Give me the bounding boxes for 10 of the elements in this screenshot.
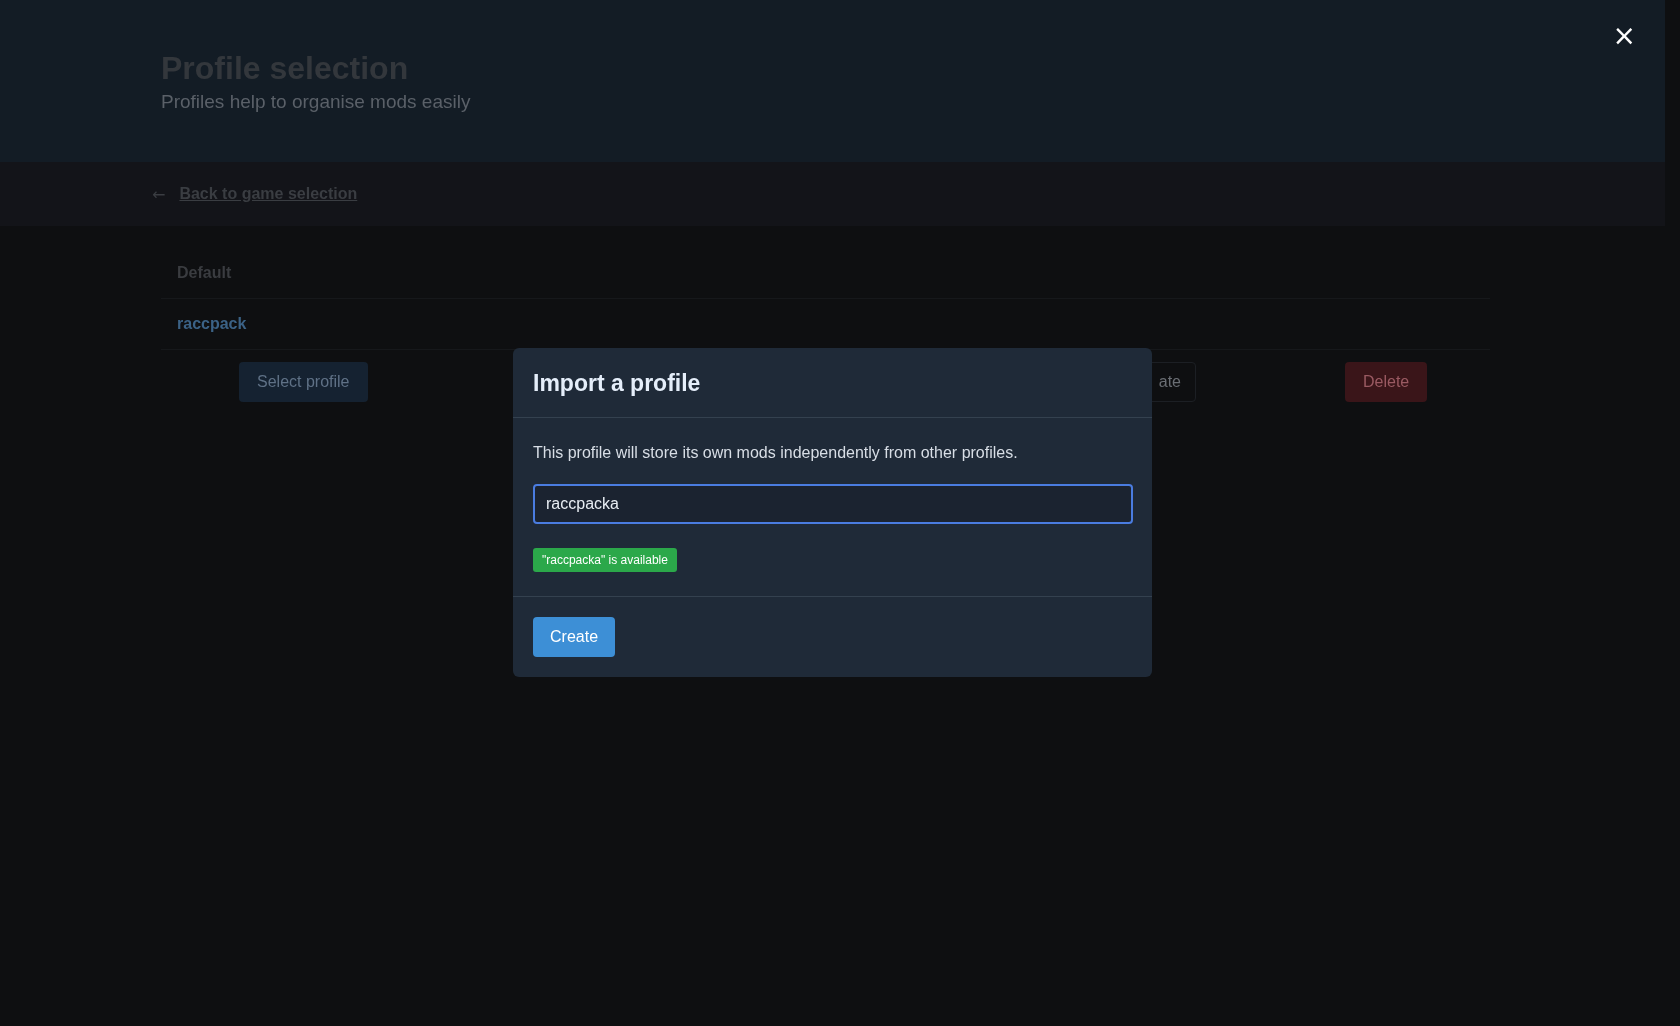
dialog-description: This profile will store its own mods independently from other profiles. [533, 444, 1018, 462]
close-button[interactable]: × [1612, 22, 1636, 50]
create-button[interactable]: Create [533, 617, 616, 657]
delete-button[interactable]: Delete [1345, 362, 1428, 402]
back-arrow: ← [152, 184, 166, 204]
page-subtitle: Profiles help to organise mods easily [161, 91, 472, 113]
profile-name-field[interactable]: raccpacka [533, 484, 1133, 524]
dialog-title: Import a profile [533, 370, 702, 397]
select-profile-button[interactable]: Select profile [239, 362, 368, 402]
availability-badge: "raccpacka" is available [533, 548, 677, 572]
